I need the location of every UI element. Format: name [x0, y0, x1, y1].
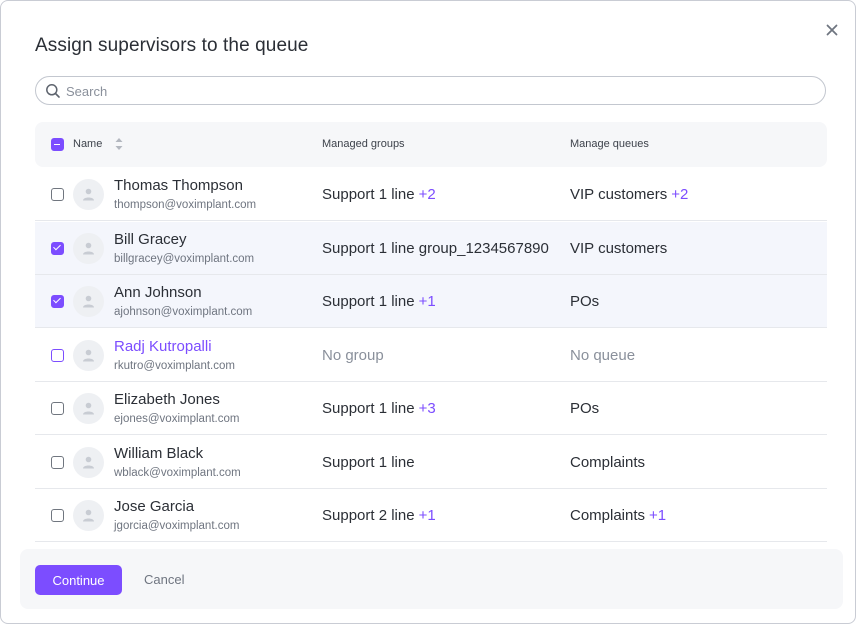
managed-groups-cell: Support 1 line +3 [322, 400, 550, 417]
manage-queues-cell: VIP customers +2 [570, 186, 688, 203]
user-email: rkutro@voximplant.com [114, 359, 235, 372]
group-name: Support 1 line [322, 453, 415, 471]
user-email: thompson@voximplant.com [114, 199, 257, 211]
select-all-checkbox[interactable] [51, 138, 64, 151]
table-row[interactable]: William Black wblack@voximplant.com Suppor… [35, 436, 827, 489]
group-name: Support 1 line [322, 400, 415, 417]
avatar [73, 286, 104, 317]
more-groups-badge[interactable]: +2 [419, 186, 436, 203]
table-row[interactable]: Thomas Thompson thompson@voximplant.com Su… [35, 168, 827, 221]
row-checkbox[interactable] [51, 241, 64, 255]
row-checkbox[interactable] [51, 295, 64, 308]
group-name: Support 2 line [322, 507, 415, 524]
user-name[interactable]: Elizabeth Jones [114, 391, 220, 408]
manage-queues-cell: Complaints [570, 454, 645, 471]
managed-groups-cell: Support 1 line [322, 454, 550, 471]
user-icon [83, 188, 94, 201]
user-icon [83, 349, 94, 361]
row-checkbox[interactable] [51, 188, 64, 201]
table-row[interactable]: Ann Johnson ajohnson@voximplant.com Suppor… [35, 275, 827, 328]
continue-button[interactable]: Continue [35, 565, 122, 595]
manage-queues-cell: No queue [570, 347, 635, 364]
user-name[interactable]: Thomas Thompson [114, 177, 243, 194]
avatar [73, 500, 104, 531]
managed-groups-cell: Support 1 line group_1234567890 [322, 240, 550, 257]
group-name: Support 1 line group_1234567890 [322, 239, 549, 257]
user-icon [83, 509, 94, 522]
row-checkbox[interactable] [51, 402, 64, 415]
column-header-managed-groups: Managed groups [322, 138, 405, 150]
queue-name: POs [570, 293, 600, 310]
cancel-button[interactable]: Cancel [138, 565, 190, 595]
table-row[interactable]: Jose Garcia jgorcia@voximplant.com Support… [35, 489, 827, 542]
table-row[interactable]: Elizabeth Jones ejones@voximplant.com Supp… [35, 382, 827, 435]
managed-groups-cell: Support 1 line +1 [322, 293, 550, 310]
queue-name: No queue [570, 346, 636, 364]
user-name[interactable]: Ann Johnson [114, 284, 202, 301]
column-header-manage-queues: Manage queues [570, 138, 649, 150]
avatar [73, 232, 104, 264]
more-groups-badge[interactable]: +1 [419, 507, 436, 524]
queue-name: Complaints [570, 453, 646, 471]
more-queues-badge[interactable]: +2 [671, 186, 688, 203]
table-row[interactable]: Bill Gracey billgracey@voximplant.com Supp… [35, 221, 827, 275]
user-email: ejones@voximplant.com [114, 413, 240, 425]
group-name: Support 1 line [322, 186, 415, 203]
close-icon[interactable] [823, 21, 841, 39]
avatar [73, 446, 104, 478]
more-queues-badge[interactable]: +1 [649, 507, 666, 524]
more-groups-badge[interactable]: +1 [419, 293, 436, 310]
queue-name: VIP customers [570, 186, 668, 203]
manage-queues-cell: VIP customers [570, 240, 667, 257]
manage-queues-cell: POs [570, 400, 599, 417]
group-name: Support 1 line [322, 293, 415, 310]
dialog-footer: Continue Cancel [20, 549, 843, 609]
user-email: ajohnson@voximplant.com [114, 306, 253, 318]
user-icon [83, 402, 94, 415]
table-row[interactable]: Radj Kutropalli rkutro@voximplant.com No g… [35, 329, 827, 382]
assign-supervisors-dialog: Assign supervisors to the queue Name Man… [0, 0, 856, 624]
managed-groups-cell: No group [322, 347, 550, 364]
manage-queues-cell: Complaints +1 [570, 507, 666, 524]
sort-icon[interactable] [114, 136, 124, 152]
user-email: billgracey@voximplant.com [114, 252, 255, 265]
search-box [35, 76, 826, 105]
group-name: No group [322, 346, 384, 364]
avatar [73, 339, 104, 371]
user-name[interactable]: William Black [114, 445, 203, 462]
row-checkbox[interactable] [51, 348, 64, 362]
search-icon [46, 84, 60, 98]
user-email: jgorcia@voximplant.com [114, 520, 240, 532]
dialog-title: Assign supervisors to the queue [35, 35, 309, 56]
avatar [73, 179, 104, 210]
avatar [73, 393, 104, 424]
queue-name: Complaints [570, 507, 646, 524]
managed-groups-cell: Support 2 line +1 [322, 507, 550, 524]
queue-name: VIP customers [570, 239, 668, 257]
user-name[interactable]: Radj Kutropalli [114, 338, 212, 355]
search-input[interactable] [66, 81, 806, 101]
row-checkbox[interactable] [51, 509, 64, 522]
managed-groups-cell: Support 1 line +2 [322, 186, 550, 203]
user-email: wblack@voximplant.com [114, 466, 241, 479]
table-header: Name Managed groups Manage queues [35, 122, 827, 167]
more-groups-badge[interactable]: +3 [419, 400, 436, 417]
queue-name: POs [570, 400, 600, 417]
user-name[interactable]: Jose Garcia [114, 498, 194, 515]
user-icon [83, 456, 94, 468]
manage-queues-cell: POs [570, 293, 599, 310]
user-name[interactable]: Bill Gracey [114, 231, 187, 248]
user-icon [83, 295, 94, 308]
column-header-name[interactable]: Name [73, 138, 102, 150]
user-icon [83, 242, 94, 254]
row-checkbox[interactable] [51, 455, 64, 469]
